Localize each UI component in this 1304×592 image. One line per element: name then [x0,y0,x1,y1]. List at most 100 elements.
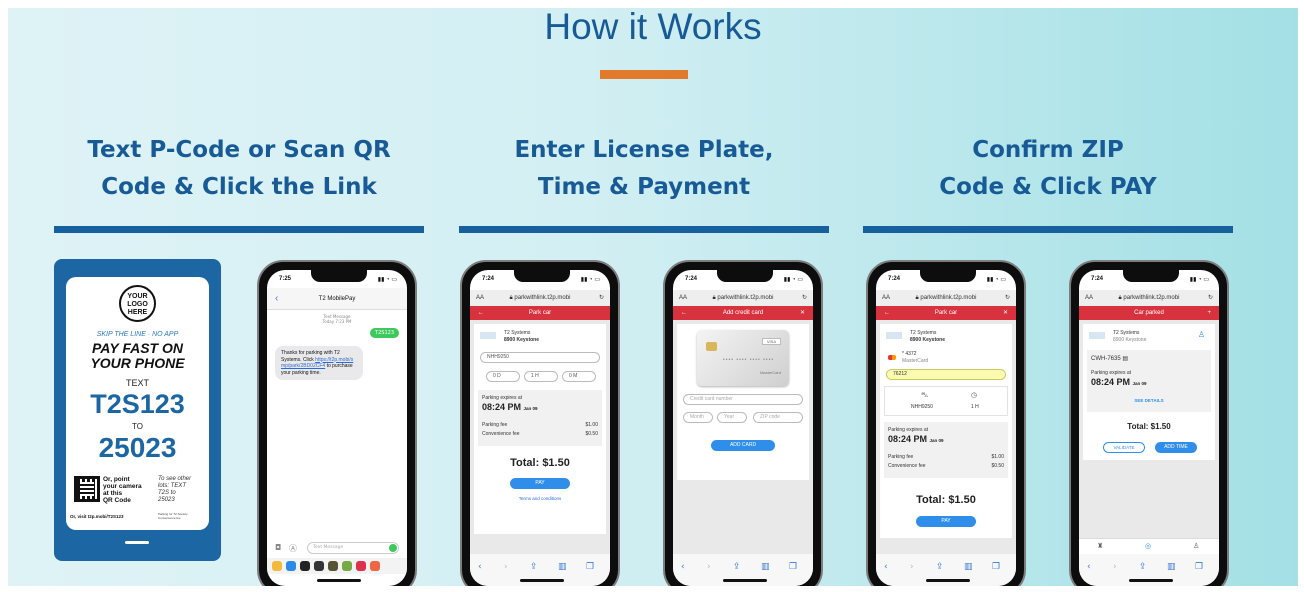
memoji-icon[interactable] [314,561,324,571]
step-3-line-1: Confirm ZIP [972,137,1124,163]
phone-add-card: 7:24 ▮▮ ◔ ▭ AA 🔒︎ parkwithlink.t2p.mobi ↻ ←… [663,260,823,586]
terms-link[interactable]: Terms and conditions [474,496,606,501]
url-bar[interactable]: AA 🔒︎ parkwithlink.t2p.mobi ↻ [1079,290,1219,306]
parked-screen: 7:24 ▮▮ ◔ ▭ AA 🔒︎ parkwithlink.t2p.mobi ↻ C… [1079,270,1219,586]
share-icon[interactable]: ⇪ [1139,562,1147,572]
card-number-input[interactable]: Credit card number [683,394,803,405]
applepay-icon[interactable] [300,561,310,571]
park-screen: 7:24 ▮▮ ◔ ▭ AA 🔒︎ parkwithlink.t2p.mobi ↻ ←… [470,270,610,586]
sms-header: ‹ T2 MobilePay [267,288,407,310]
add-time-button[interactable]: ADD TIME [1155,442,1197,453]
signage-text-label: TEXT [125,378,149,388]
browser-back-icon[interactable]: ‹ [681,562,685,572]
expires-time: 08:24 PM [888,434,928,444]
zip-input[interactable]: ZIP code [753,412,803,423]
sms-input[interactable]: Text Message [307,542,399,554]
step-1-line-1: Text P-Code or Scan QR [87,137,391,163]
url-bar[interactable]: AA 🔒︎ parkwithlink.t2p.mobi ↻ [673,290,813,306]
card-form: VISA •••• •••• •••• •••• MasterCard Cred… [677,324,809,480]
browser-back-icon[interactable]: ‹ [478,562,482,572]
app-tabbar: ♜ ◎ ♙ [1079,538,1219,554]
reload-icon[interactable]: ↻ [1208,290,1213,306]
browser-forward-icon[interactable]: › [1113,562,1117,572]
sticker-icon[interactable] [328,561,338,571]
reader-aa[interactable]: AA [1085,290,1093,306]
back-arrow-icon[interactable]: ← [884,306,890,320]
signal-icon: ▮▮ ◔ ▭ [986,277,1006,283]
phone-notch [1123,270,1179,282]
url-text: parkwithlink.t2p.mobi [920,295,977,301]
account-tab-icon[interactable]: ♙ [1193,542,1199,550]
extra-app-icon[interactable] [370,561,380,571]
sms-sent-bubble: T2S123 [370,328,399,338]
step-1-line-2: Code & Click the Link [101,174,377,200]
reload-icon[interactable]: ↻ [802,290,807,306]
clock-icon: ◷ [971,392,978,399]
appstore-icon[interactable]: Ⓐ [289,543,297,554]
add-card-button[interactable]: ADD CARD [711,440,775,451]
bookmarks-icon[interactable]: ▥ [761,562,770,572]
year-input[interactable]: Year [717,412,747,423]
minutes-select[interactable]: 0 M [562,371,596,382]
parking-tab-icon[interactable]: ♜ [1097,542,1103,550]
bookmarks-icon[interactable]: ▥ [964,562,973,572]
step-3-divider [863,226,1233,233]
browser-forward-icon[interactable]: › [707,562,711,572]
other-lots-3: T2S to [158,490,176,496]
bookmarks-icon[interactable]: ▥ [558,562,567,572]
add-icon[interactable]: + [1207,306,1211,320]
step-3-line-2: Code & Click PAY [939,174,1157,200]
browser-forward-icon[interactable]: › [504,562,508,572]
wallet-tab-icon[interactable]: ◎ [1145,542,1151,550]
search-gif-icon[interactable] [356,561,366,571]
see-details-link[interactable]: SEE DETAILS [1087,398,1211,403]
music-icon[interactable] [342,561,352,571]
url-bar[interactable]: AA 🔒︎ parkwithlink.t2p.mobi ↻ [876,290,1016,306]
browser-back-icon[interactable]: ‹ [884,562,888,572]
url-bar[interactable]: AA 🔒︎ parkwithlink.t2p.mobi ↻ [470,290,610,306]
days-select[interactable]: 0 D [486,371,520,382]
appstore-app-icon[interactable] [286,561,296,571]
step-2-line-2: Time & Payment [537,174,751,200]
signage-footer: Or, visit t2p.mobi/T2S123 [70,514,124,519]
user-icon[interactable]: ♙ [1198,330,1205,339]
tabs-icon[interactable]: ❐ [789,562,797,572]
reload-icon[interactable]: ↻ [1005,290,1010,306]
pay-button[interactable]: PAY [510,478,570,489]
tabs-icon[interactable]: ❐ [586,562,594,572]
close-icon[interactable]: ✕ [800,306,805,320]
company-logo [886,332,902,339]
camera-icon[interactable]: ◘ [275,543,281,552]
back-arrow-icon[interactable]: ← [478,306,484,320]
zip-input[interactable]: 76212 [886,369,1006,380]
validate-button[interactable]: VALIDATE [1103,442,1145,453]
expiry-box: Parking expires at 08:24 PM Jan 09 Parki… [478,390,602,446]
month-input[interactable]: Month [683,412,713,423]
reader-aa[interactable]: AA [679,290,687,306]
total-label: Total: $1.50 [1127,422,1171,431]
signage-code: T2S123 [90,389,185,419]
back-chevron-icon[interactable]: ‹ [275,288,278,310]
send-icon[interactable] [389,544,397,552]
expires-date: Jan 09 [1132,381,1147,386]
hours-select[interactable]: 1 H [524,371,558,382]
other-lots-4: 25023 [158,497,175,503]
tabs-icon[interactable]: ❐ [992,562,1000,572]
expires-date: Jan 09 [523,406,538,411]
sms-received-bubble: Thanks for parking with T2 Systems. Clic… [275,346,363,380]
bookmarks-icon[interactable]: ▥ [1167,562,1176,572]
browser-back-icon[interactable]: ‹ [1087,562,1091,572]
back-arrow-icon[interactable]: ← [681,306,687,320]
pay-button[interactable]: PAY [916,516,976,527]
share-icon[interactable]: ⇪ [936,562,944,572]
photos-icon[interactable] [272,561,282,571]
browser-forward-icon[interactable]: › [910,562,914,572]
reader-aa[interactable]: AA [882,290,890,306]
plate-input[interactable]: NHH9250 [480,352,600,363]
share-icon[interactable]: ⇪ [733,562,741,572]
share-icon[interactable]: ⇪ [530,562,538,572]
close-icon[interactable]: ✕ [1003,306,1008,320]
reader-aa[interactable]: AA [476,290,484,306]
tabs-icon[interactable]: ❐ [1195,562,1203,572]
reload-icon[interactable]: ↻ [599,290,604,306]
